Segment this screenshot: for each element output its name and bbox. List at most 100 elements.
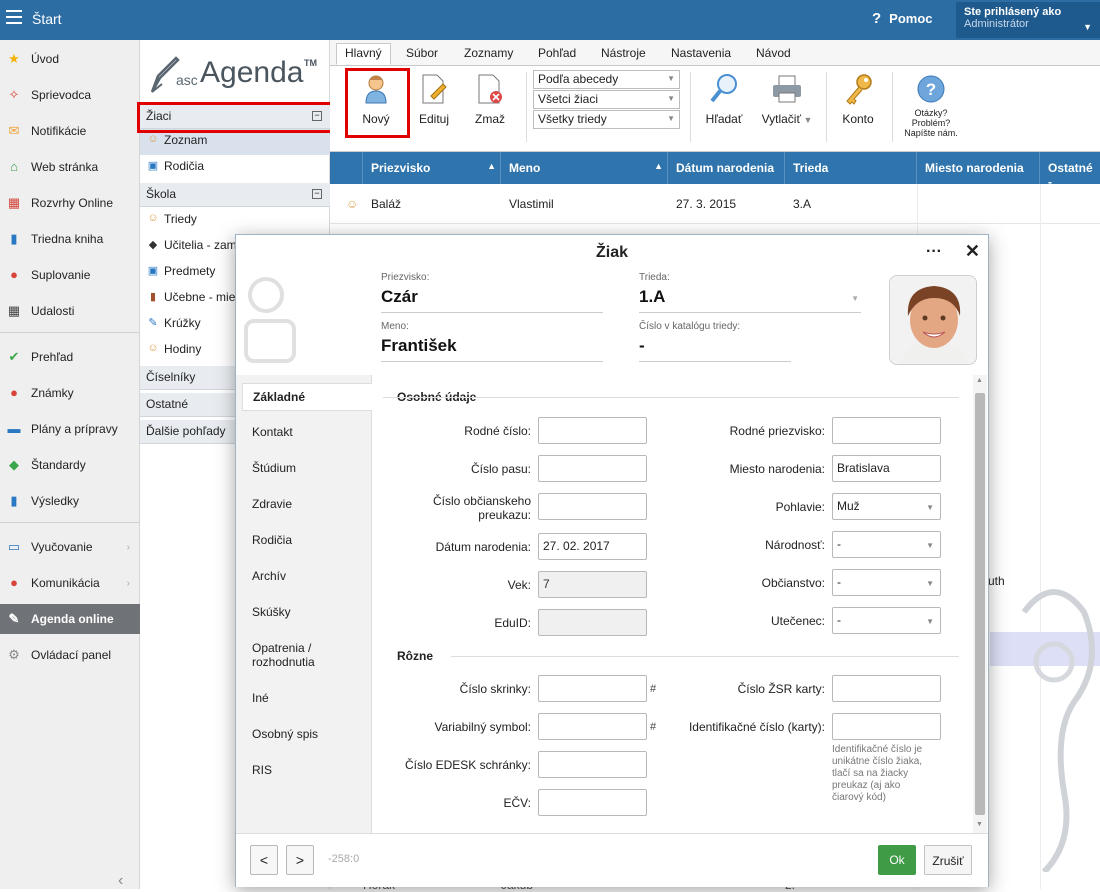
tree-item-rodicia[interactable]: ▣ Rodičia [140,155,330,181]
help-contact-button[interactable]: ? Otázky? Problém? Napíšte nám. [900,72,962,138]
cancel-button[interactable]: Zrušiť [924,845,972,875]
column-datum[interactable]: Dátum narodenia [668,152,785,184]
tab-skusky[interactable]: Skúšky [242,599,372,625]
zsr-karta-input[interactable] [832,675,941,702]
nav-item-uvod[interactable]: ★ Úvod [0,44,140,74]
obcianstvo-select[interactable]: - ▼ [832,569,941,596]
pohlavie-select[interactable]: Muž ▼ [832,493,941,520]
miesto-narodenia-input[interactable]: Bratislava [832,455,941,482]
column-ostatne[interactable]: Ostatné - [1040,152,1100,189]
more-icon[interactable]: ··· [926,243,942,261]
close-icon[interactable]: ✕ [965,241,980,262]
tree-section-skola[interactable]: Škola − [140,183,330,207]
tab-nastroje[interactable]: Nástroje [593,44,654,66]
column-miesto[interactable]: Miesto narodenia [917,152,1040,184]
rodne-priezvisko-input[interactable] [832,417,941,444]
nav-item-prehlad[interactable]: ✔ Prehľad [0,342,140,372]
user-menu[interactable]: Ste prihlásený ako Administrátor ▼ [956,2,1100,38]
utecenec-select[interactable]: - ▼ [832,607,941,634]
nav-label: Agenda online [31,612,114,626]
nav-item-ovladaci-panel[interactable]: ⚙ Ovládací panel [0,640,140,670]
tab-opatrenia[interactable]: Opatrenia / rozhodnutia [242,635,332,675]
scroll-up-icon[interactable]: ▲ [976,377,983,384]
tab-osobny-spis[interactable]: Osobný spis [242,721,372,747]
tab-ris[interactable]: RIS [242,757,372,783]
tab-rodicia[interactable]: Rodičia [242,527,372,553]
nav-item-triedna-kniha[interactable]: ▮ Triedna kniha [0,224,140,254]
collapse-icon[interactable]: − [312,189,322,199]
class-filter-select[interactable]: Všetky triedy ▼ [533,110,680,129]
asc-agenda-logo: asc Agenda TM [150,54,325,96]
nav-item-vysledky[interactable]: ▮ Výsledky [0,486,140,516]
nav-item-plany[interactable]: ▬ Plány a prípravy [0,414,140,444]
ecv-input[interactable] [538,789,647,816]
tab-navod[interactable]: Návod [748,44,799,66]
tab-studium[interactable]: Štúdium [242,455,372,481]
tab-pohlad[interactable]: Pohľad [530,44,584,66]
tab-nastavenia[interactable]: Nastavenia [663,44,739,66]
collapse-icon[interactable]: ‹ [118,872,123,890]
cislo-skrinky-input[interactable] [538,675,647,702]
nav-item-notifikacie[interactable]: ✉ Notifikácie [0,116,140,146]
datum-narodenia-input[interactable]: 27. 02. 2017 [538,533,647,560]
chevron-down-icon: ▼ [667,114,675,123]
tab-zoznamy[interactable]: Zoznamy [456,44,521,66]
tree-item-triedy[interactable]: ☺ Triedy [140,208,330,234]
edesk-input[interactable] [538,751,647,778]
nav-item-standardy[interactable]: ◆ Štandardy [0,450,140,480]
tab-zakladne[interactable]: Základné [242,383,372,411]
vek-input: 7 [538,571,647,598]
account-button[interactable]: Konto [836,72,880,126]
tab-ine[interactable]: Iné [242,685,372,711]
edit-button[interactable]: Edituj [414,72,454,126]
club-icon: ✎ [148,317,158,329]
column-priezvisko[interactable]: Priezvisko ▲ [363,152,501,184]
note-line: tlačí sa na žiacky [832,768,909,779]
nav-item-sprievodca[interactable]: ✧ Sprievodca [0,80,140,110]
menu-icon[interactable] [6,10,22,12]
nav-item-vyucovanie[interactable]: ▭ Vyučovanie › [0,532,140,562]
home-icon: ⌂ [10,159,18,174]
narodnost-select[interactable]: - ▼ [832,531,941,558]
student-photo[interactable] [889,275,977,365]
tab-zdravie[interactable]: Zdravie [242,491,372,517]
vek-label: Vek: [507,578,531,592]
search-button[interactable]: Hľadať [702,72,746,126]
nav-item-znamky[interactable]: ● Známky [0,378,140,408]
nav-item-rozvrhy[interactable]: ▦ Rozvrhy Online [0,188,140,218]
students-filter-select[interactable]: Všetci žiaci ▼ [533,90,680,109]
tab-archiv[interactable]: Archív [242,563,372,589]
nav-item-agenda-online[interactable]: ✎ Agenda online [0,604,140,634]
top-bar: Štart ? Pomoc Ste prihlásený ako Administ… [0,0,1100,40]
variabilny-symbol-input[interactable] [538,713,647,740]
next-button[interactable]: > [286,845,314,875]
eduid-input [538,609,647,636]
delete-button[interactable]: Zmaž [472,72,508,126]
obciansky-input[interactable] [538,493,647,520]
nav-item-udalosti[interactable]: ▦ Udalosti [0,296,140,326]
nav-item-suplovanie[interactable]: ● Suplovanie [0,260,140,290]
app-title[interactable]: Štart [32,11,62,27]
column-meno[interactable]: Meno ▲ [501,152,668,184]
class-select[interactable]: 1.A ▼ [639,287,861,313]
tab-subor[interactable]: Súbor [398,44,446,66]
dialog-scrollbar[interactable]: ▲ ▼ [973,375,987,833]
help-button[interactable]: ? Pomoc [872,10,933,27]
identifikacne-cislo-input[interactable] [832,713,941,740]
prev-button[interactable]: < [250,845,278,875]
table-row[interactable]: ☺ Baláž Vlastimil 27. 3. 2015 3.A [330,184,1100,224]
sort-select[interactable]: Podľa abecedy ▼ [533,70,680,89]
scrollbar-thumb[interactable] [975,393,985,815]
ok-button[interactable]: Ok [878,845,916,875]
rodne-cislo-input[interactable] [538,417,647,444]
tab-hlavny[interactable]: Hlavný [336,43,391,65]
cislo-pasu-input[interactable] [538,455,647,482]
dialog-footer: < > -258:0 Ok Zrušiť [236,833,988,887]
chevron-down-icon: ▼ [851,294,859,303]
scroll-down-icon[interactable]: ▼ [976,821,983,828]
nav-item-web[interactable]: ⌂ Web stránka [0,152,140,182]
nav-item-komunikacia[interactable]: ● Komunikácia › [0,568,140,598]
tab-kontakt[interactable]: Kontakt [242,419,372,445]
column-trieda[interactable]: Trieda [785,152,917,184]
print-button[interactable]: Vytlačiť ▼ [756,72,818,126]
